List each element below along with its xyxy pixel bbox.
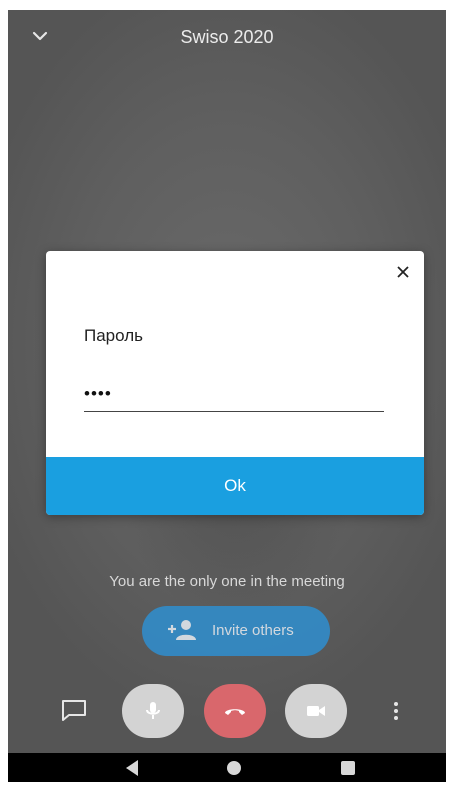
call-controls: [8, 678, 446, 742]
meeting-title: Swiso 2020: [180, 27, 274, 47]
password-dialog: Пароль Ok: [46, 251, 424, 515]
camera-button[interactable]: [285, 684, 347, 738]
android-nav-bar: [8, 753, 446, 782]
phone-screen: Swiso 2020 Пароль Ok You are the only on…: [8, 10, 446, 782]
hangup-icon: [225, 709, 245, 715]
home-icon[interactable]: [227, 761, 241, 775]
ok-button[interactable]: Ok: [46, 457, 424, 515]
recents-icon[interactable]: [341, 761, 355, 775]
hangup-button[interactable]: [204, 684, 266, 738]
microphone-icon: [146, 702, 160, 719]
password-input[interactable]: [84, 377, 384, 412]
close-icon[interactable]: [392, 261, 414, 283]
add-person-icon: [166, 618, 198, 642]
chat-icon[interactable]: [60, 698, 88, 722]
back-icon[interactable]: [126, 760, 138, 776]
meeting-status-text: You are the only one in the meeting: [109, 573, 345, 590]
invite-others-label: Invite others: [212, 622, 294, 639]
microphone-button[interactable]: [122, 684, 184, 738]
invite-others-button[interactable]: Invite others: [142, 606, 330, 656]
more-vertical-icon[interactable]: [390, 698, 402, 724]
password-label: Пароль: [84, 326, 143, 345]
video-camera-icon: [307, 706, 325, 716]
top-bar: Swiso 2020: [8, 10, 446, 70]
